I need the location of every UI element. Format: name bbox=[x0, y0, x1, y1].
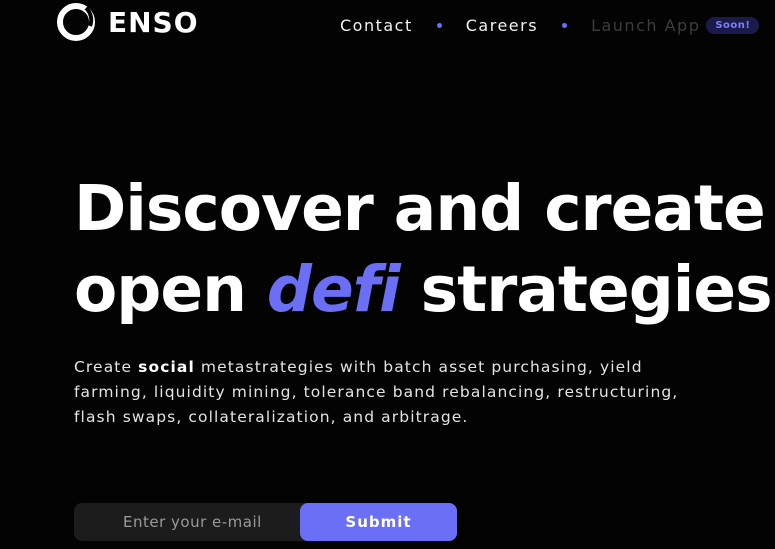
hero-line-2-start: open bbox=[74, 253, 267, 326]
top-nav: Contact Careers Launch App Soon! bbox=[340, 14, 760, 36]
nav-launch-app-link[interactable]: Launch App bbox=[591, 16, 700, 35]
nav-careers-link[interactable]: Careers bbox=[466, 16, 538, 35]
hero-description: Create social metastrategies with batch … bbox=[74, 355, 714, 430]
soon-badge: Soon! bbox=[706, 16, 760, 34]
brand-name: ENSO bbox=[108, 5, 199, 39]
hero-line-1: Discover and create bbox=[74, 172, 766, 245]
hero-headline: Discover and create open defi strategies bbox=[74, 168, 773, 330]
submit-button[interactable]: Submit bbox=[300, 503, 457, 541]
nav-separator-dot bbox=[562, 22, 568, 28]
email-signup-form: Submit bbox=[74, 503, 457, 541]
email-input[interactable] bbox=[74, 503, 300, 541]
hero-desc-start: Create bbox=[74, 358, 139, 376]
brand-logo[interactable]: ENSO bbox=[56, 2, 199, 42]
enso-circle-icon bbox=[57, 3, 95, 41]
nav-contact-link[interactable]: Contact bbox=[340, 16, 413, 35]
hero-accent-word: defi bbox=[266, 253, 401, 326]
hero-line-2-end: strategies bbox=[399, 253, 773, 326]
hero-desc-bold: social bbox=[138, 358, 195, 376]
nav-separator-dot bbox=[436, 22, 442, 28]
